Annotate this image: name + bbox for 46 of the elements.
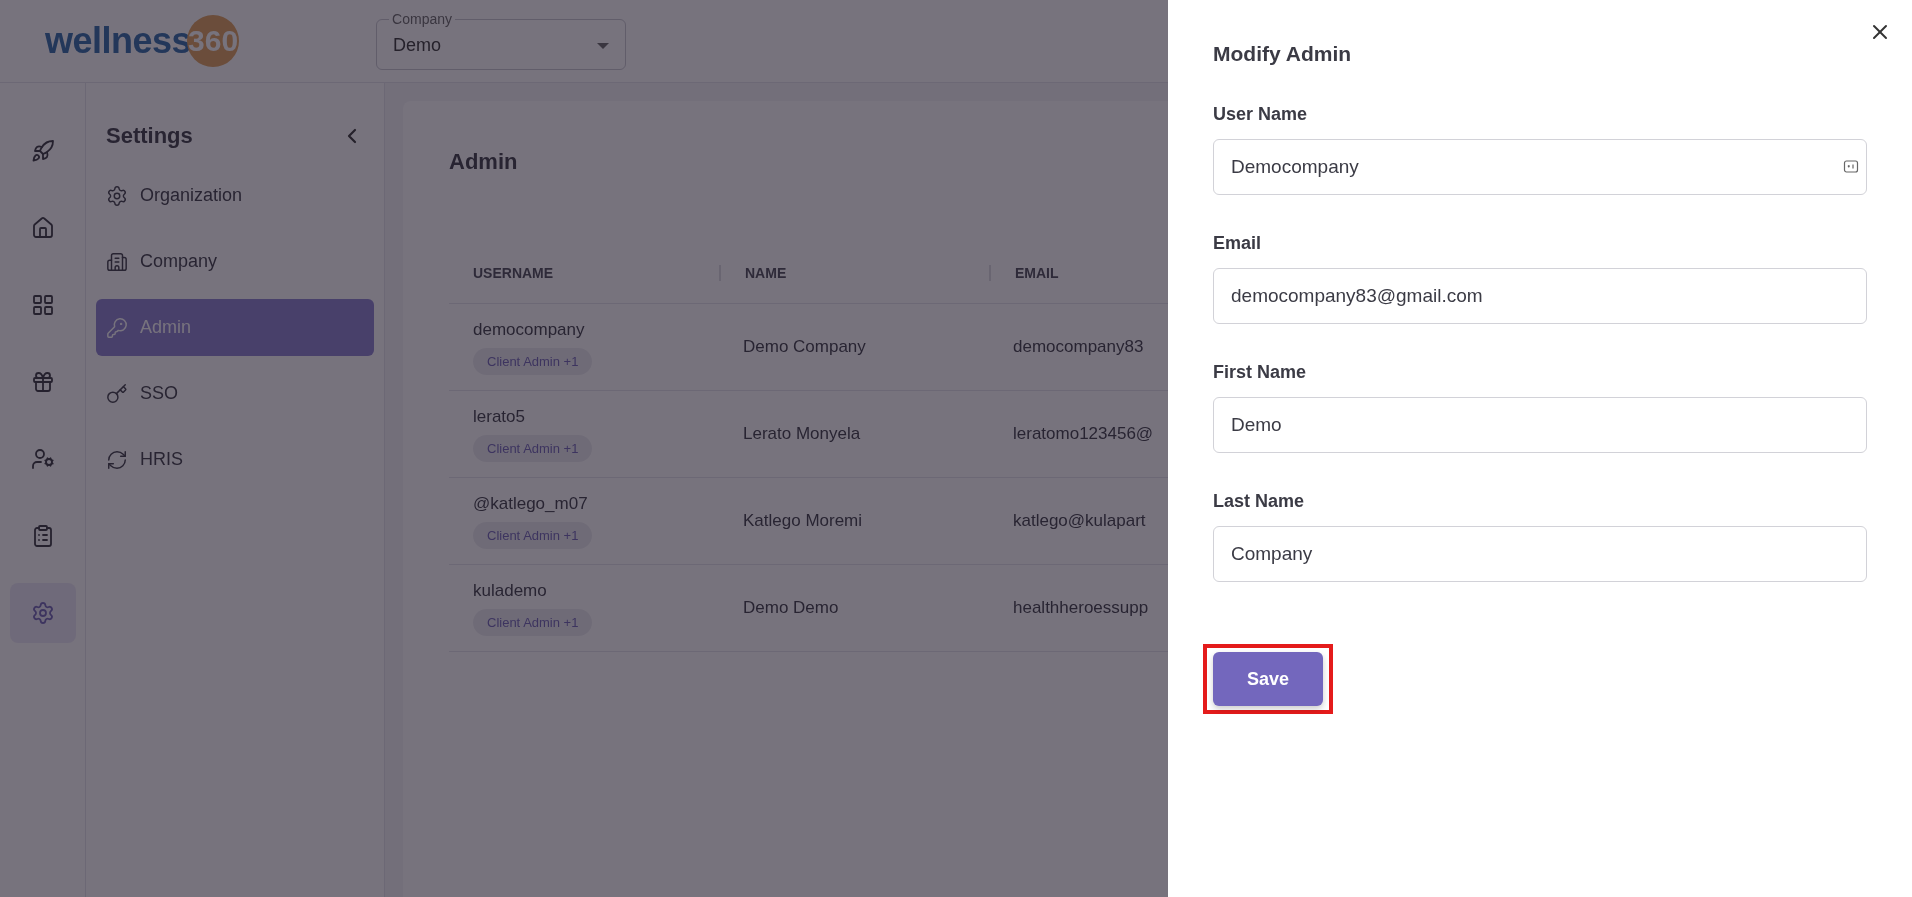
column-header: USERNAME [472, 265, 555, 281]
refresh-icon [106, 448, 128, 471]
field-label: Last Name [1213, 491, 1306, 512]
table-cell: kulademo [473, 580, 547, 601]
field-label: First Name [1213, 362, 1308, 383]
input-field[interactable]: Demo [1213, 397, 1867, 453]
input-field[interactable]: Company [1213, 526, 1867, 582]
company-select[interactable]: Company Demo [376, 12, 627, 70]
settings-icon [106, 184, 128, 207]
sidebar-item[interactable]: Company [96, 233, 374, 290]
table-cell: Lerato Monyela [743, 424, 861, 444]
sidebar-title: Settings [106, 123, 193, 149]
key-icon [106, 316, 128, 339]
input-field[interactable]: democompany83@gmail.com [1213, 268, 1867, 324]
table-cell: Demo Company [743, 337, 866, 357]
dropdown-caret-icon [597, 42, 610, 49]
table-cell: lerato5 [473, 406, 525, 427]
autofill-icon[interactable] [1843, 159, 1859, 175]
user-settings-icon [30, 447, 55, 471]
settings-icon [30, 601, 55, 625]
sidebar-item[interactable]: HRIS [96, 431, 374, 488]
rocket-icon [30, 139, 55, 163]
save-button[interactable]: Save [1213, 652, 1323, 706]
table-cell: Katlego Moremi [743, 511, 863, 531]
sidebar-item[interactable]: SSO [96, 365, 374, 422]
key-icon [106, 382, 128, 405]
column-header: NAME [719, 265, 989, 281]
sidebar-item[interactable]: Organization [96, 167, 374, 224]
drawer-title: Modify Admin [1213, 42, 1352, 66]
building-icon [106, 250, 128, 273]
logo: wellness360 [45, 15, 240, 67]
table-cell: Demo Demo [743, 598, 839, 618]
field-label: User Name [1213, 104, 1309, 125]
home-icon [30, 216, 55, 240]
grid-icon [30, 293, 55, 317]
table-cell: @katlego_m07 [473, 493, 588, 514]
table-cell: leratomo123456@ [1013, 424, 1154, 444]
input-field[interactable]: Democompany [1213, 139, 1867, 195]
nav-item[interactable] [9, 583, 76, 643]
table-cell: democompany83 [1013, 337, 1144, 357]
gift-icon [30, 370, 55, 394]
page-title: Admin [449, 149, 518, 175]
table-cell: katlego@kulapart [1013, 511, 1146, 531]
table-cell: healthheroessupp [1013, 598, 1149, 618]
table-cell: democompany [473, 319, 585, 340]
field-label: Email [1213, 233, 1263, 254]
